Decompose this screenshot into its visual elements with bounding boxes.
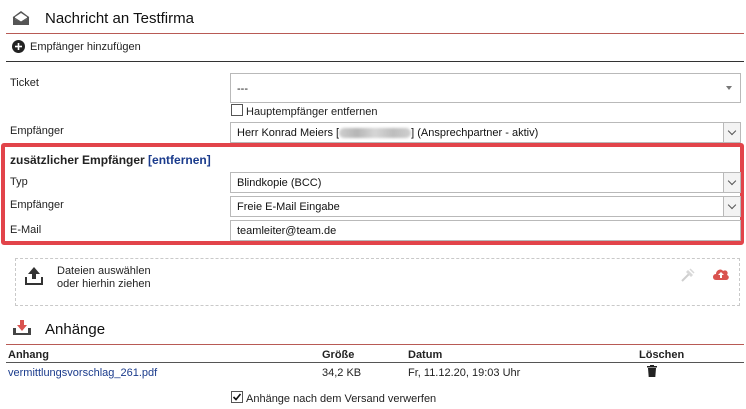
column-header-name: Anhang [8,349,49,361]
chevron-down-icon [723,123,740,142]
type-label: Typ [10,176,28,188]
attachments-divider [6,344,744,345]
attachment-date: Fr, 11.12.20, 19:03 Uhr [408,367,521,379]
trash-icon[interactable] [647,365,657,380]
attachment-size: 34,2 KB [322,367,362,379]
chevron-down-icon [723,173,740,192]
type-value: Blindkopie (BCC) [237,177,322,189]
extra-recipient-select[interactable]: Freie E-Mail Eingabe [230,196,741,217]
recipient-label: Empfänger [10,125,64,137]
column-header-delete: Löschen [639,349,685,361]
attachment-file-link[interactable]: vermittlungsvorschlag_261.pdf [8,367,157,379]
email-input[interactable]: teamleiter@team.de [230,220,741,241]
table-header-divider [6,362,744,363]
type-select[interactable]: Blindkopie (BCC) [230,172,741,193]
recipient-select[interactable]: Herr Konrad Meiers [ ] (Ansprechpartner -… [230,122,741,143]
ticket-label: Ticket [10,77,39,89]
attachment-inbox-icon [12,319,32,339]
plus-circle-icon [12,40,25,53]
recipient-suffix: ] (Ansprechpartner - aktiv) [411,127,539,139]
header-divider [6,33,744,34]
extra-recipient-value: Freie E-Mail Eingabe [237,201,340,213]
remove-main-recipient-checkbox[interactable] [231,104,243,116]
toolbar-divider [6,61,744,62]
column-header-date: Datum [408,349,443,361]
cloud-upload-icon[interactable] [711,266,731,285]
ticket-value: --- [237,83,248,95]
discard-attachments-checkbox[interactable] [231,391,243,403]
upload-icon [24,266,44,289]
remove-main-recipient-label: Hauptempfänger entfernen [246,106,378,118]
remove-extra-recipient-link[interactable]: [entfernen] [148,153,211,167]
attachments-title: Anhänge [45,321,106,338]
column-header-size: Größe [322,349,355,361]
chevron-down-icon [723,197,740,216]
recipient-name: Herr Konrad Meiers [ [237,127,340,139]
discard-attachments-label: Anhänge nach dem Versand verwerfen [246,393,437,405]
add-recipient-label: Empfänger hinzufügen [30,40,141,53]
add-recipient-button[interactable]: Empfänger hinzufügen [12,40,141,53]
envelope-icon [12,10,30,29]
redacted-email [339,128,412,139]
ticket-select[interactable]: --- [230,73,741,103]
chevron-down-icon [726,86,732,90]
extra-recipient-label: Empfänger [10,199,64,211]
extra-recipient-title: zusätzlicher Empfänger [10,153,145,167]
upload-line1: Dateien auswählen [57,265,151,277]
email-label: E-Mail [10,224,42,236]
extra-recipient-heading: zusätzlicher Empfänger [entfernen] [10,153,211,167]
page-title: Nachricht an Testfirma [45,10,194,27]
clear-icon[interactable] [680,267,696,286]
checkmark-icon [232,393,242,401]
email-value: teamleiter@team.de [237,225,337,237]
upload-line2: oder hierhin ziehen [57,278,151,290]
